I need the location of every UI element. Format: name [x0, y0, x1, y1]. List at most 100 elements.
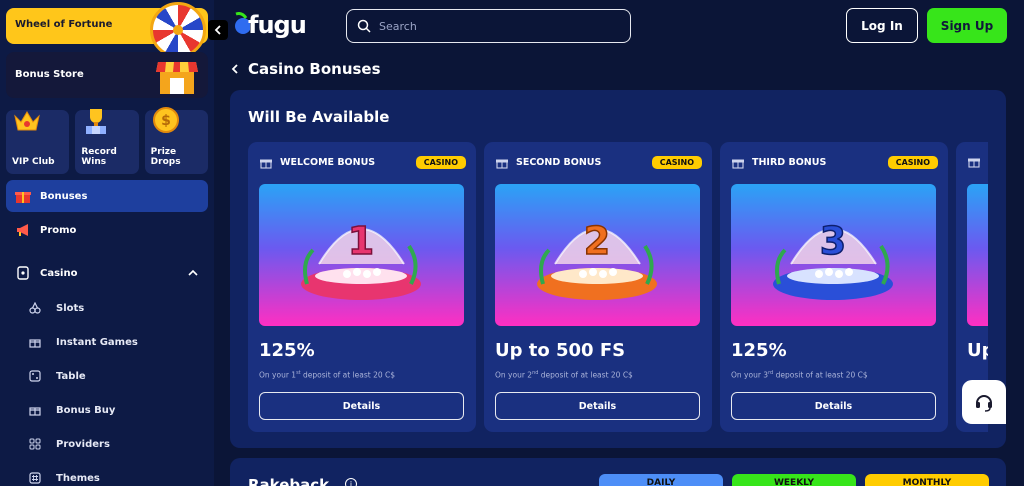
store-icon [156, 62, 198, 94]
gift-box-icon [28, 335, 42, 349]
wheel-of-fortune-label: Wheel of Fortune [15, 19, 113, 30]
vip-club-tile[interactable]: VIP Club [6, 110, 70, 174]
sidebar-item-label: Promo [40, 224, 77, 236]
pearl-shell-illustration: 3 [773, 218, 893, 300]
cards-icon [14, 264, 32, 282]
page-title: Casino Bonuses [248, 60, 381, 78]
bonus-number: 1 [348, 219, 374, 263]
wheel-of-fortune-banner[interactable]: Wheel of Fortune [6, 2, 208, 58]
sidebar-item-themes[interactable]: Themes [28, 465, 198, 486]
headset-icon [976, 395, 992, 412]
bonus-card[interactable]: WELCOME BONUS CASINO 1 125% On your 1st … [248, 142, 476, 432]
bonus-image [967, 184, 988, 326]
prize-drops-label: Prize Drops [150, 147, 181, 167]
card-header: WELCOME BONUS CASINO [260, 156, 466, 169]
chevron-left-icon [231, 64, 238, 74]
casino-badge: CASINO [887, 156, 938, 169]
sidebar-item-bonuses[interactable]: Bonuses [6, 180, 208, 212]
info-icon[interactable]: i [345, 478, 357, 486]
fugu-logo[interactable]: fugu [232, 10, 307, 40]
prize-drops-tile[interactable]: $ Prize Drops [144, 107, 208, 174]
details-button[interactable]: Details [731, 392, 936, 420]
details-button[interactable]: Details [259, 392, 464, 420]
tab-daily[interactable]: DAILY [599, 474, 723, 486]
bonus-description: On your 1st deposit of at least 20 C$ [259, 370, 396, 380]
bonus-image: 3 [731, 184, 936, 326]
search-input[interactable] [379, 19, 609, 33]
gift-icon [496, 159, 508, 169]
bonus-value: Up [967, 340, 988, 361]
bonus-value: 125% [259, 340, 315, 361]
logo-text: fugu [248, 11, 307, 39]
sidebar-item-label: Bonuses [40, 190, 88, 202]
trophy-icon [86, 109, 107, 134]
sidebar-sub-label: Providers [56, 438, 110, 450]
record-wins-label: Record Wins [81, 147, 117, 167]
card-header: THIRD BONUS CASINO [732, 156, 938, 169]
sidebar-item-promo[interactable]: Promo [6, 214, 208, 246]
sidebar-item-table[interactable]: Table [28, 363, 198, 389]
chevron-left-icon [214, 25, 221, 35]
sidebar-sub-label: Themes [56, 472, 100, 484]
bonus-name: SECOND BONUS [516, 157, 602, 168]
bonus-description: On your 3rd deposit of at least 20 C$ [731, 370, 868, 380]
svg-text:$: $ [161, 113, 171, 129]
hash-icon [28, 471, 42, 485]
support-chat-button[interactable] [962, 380, 1006, 424]
bonus-number: 3 [820, 219, 846, 263]
panel-title: Will Be Available [248, 108, 390, 126]
bonus-image: 2 [495, 184, 700, 326]
gift-icon [968, 158, 980, 168]
grid-icon [28, 437, 42, 451]
login-button[interactable]: Log In [846, 8, 918, 43]
bonus-store-label: Bonus Store [15, 69, 84, 80]
sidebar-item-bonus-buy[interactable]: Bonus Buy [28, 397, 198, 423]
sidebar-item-casino[interactable]: Casino [6, 257, 208, 289]
fortune-wheel-icon [150, 2, 206, 58]
tab-monthly[interactable]: MONTHLY [865, 474, 989, 486]
tab-weekly[interactable]: WEEKLY [732, 474, 856, 486]
coin-icon: $ [152, 107, 179, 133]
sidebar-sub-label: Table [56, 370, 86, 382]
sidebar-item-label: Casino [40, 267, 78, 279]
sidebar-item-slots[interactable]: Slots [28, 295, 198, 321]
collapse-sidebar-button[interactable] [208, 20, 228, 40]
megaphone-icon [14, 221, 32, 239]
pearl-shell-illustration: 2 [537, 218, 657, 300]
bonus-cards-carousel[interactable]: WELCOME BONUS CASINO 1 125% On your 1st … [248, 142, 988, 432]
bonus-value: Up to 500 FS [495, 340, 626, 361]
bonus-card[interactable]: THIRD BONUS CASINO 3 125% On your 3rd de… [720, 142, 948, 432]
gift-icon [260, 159, 272, 169]
sidebar-item-instant-games[interactable]: Instant Games [28, 329, 198, 355]
dice-icon [28, 369, 42, 383]
details-button[interactable]: Details [495, 392, 700, 420]
bonus-number: 2 [584, 219, 610, 263]
signup-button[interactable]: Sign Up [927, 8, 1007, 43]
sidebar-item-providers[interactable]: Providers [28, 431, 198, 457]
casino-badge: CASINO [415, 156, 466, 169]
bonus-image: 1 [259, 184, 464, 326]
casino-badge: CASINO [651, 156, 702, 169]
back-link[interactable]: Casino Bonuses [230, 60, 381, 78]
chevron-up-icon[interactable] [188, 268, 198, 278]
sidebar-tiles: VIP Club Record Wins $ Prize Drops [6, 107, 208, 174]
bonus-description: On your 2nd deposit of at least 20 C$ [495, 370, 633, 380]
card-header [968, 156, 988, 168]
rakeback-section: Rakeback i DAILY WEEKLY MONTHLY [230, 458, 1006, 486]
sidebar: Wheel of Fortune Bonus Store VIP Club Re… [0, 0, 214, 486]
vip-club-label: VIP Club [12, 157, 55, 167]
bonus-store-banner[interactable]: Bonus Store [6, 52, 208, 98]
search-icon [357, 19, 371, 33]
cherry-icon [28, 301, 42, 315]
gift-icon [14, 187, 32, 205]
gift-box-icon [28, 403, 42, 417]
card-header: SECOND BONUS CASINO [496, 156, 702, 169]
pearl-shell-illustration: 1 [301, 218, 421, 300]
search-bar[interactable] [346, 9, 631, 43]
sidebar-sub-label: Slots [56, 302, 85, 314]
rakeback-title: Rakeback [248, 476, 330, 486]
bonus-value: 125% [731, 340, 787, 361]
bonus-name: WELCOME BONUS [280, 157, 376, 168]
bonus-card[interactable]: SECOND BONUS CASINO 2 Up to 500 FS On yo… [484, 142, 712, 432]
record-wins-tile[interactable]: Record Wins [75, 109, 139, 174]
